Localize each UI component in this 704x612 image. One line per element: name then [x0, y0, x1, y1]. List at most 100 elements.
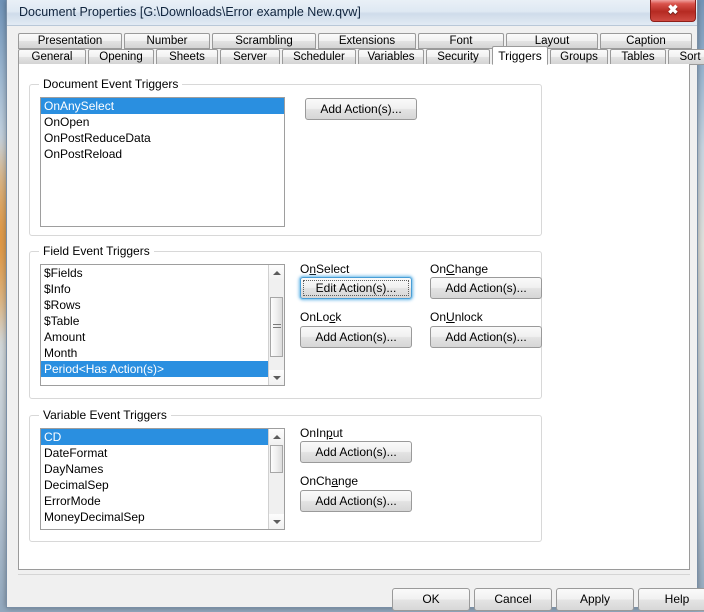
- variable-onchange-add-actions-button[interactable]: Add Action(s)...: [300, 490, 412, 512]
- tab-label: Sort: [679, 51, 701, 63]
- field-onselect-button-label: Edit Action(s)...: [303, 280, 409, 296]
- tab-scheduler[interactable]: Scheduler: [282, 49, 356, 65]
- tab-label: Sheets: [169, 51, 205, 63]
- field-event-item[interactable]: Period<Has Action(s)>: [41, 361, 284, 377]
- variable-event-item[interactable]: DecimalSep: [41, 477, 284, 493]
- tab-label: Server: [233, 51, 267, 63]
- group-variable-event-triggers: Variable Event Triggers CD DateFormat DayN…: [29, 408, 542, 542]
- tab-sheets[interactable]: Sheets: [156, 49, 218, 65]
- variable-event-item[interactable]: DayNames: [41, 461, 284, 477]
- tab-label: Triggers: [498, 49, 542, 63]
- field-event-item[interactable]: Month: [41, 345, 284, 361]
- tab-triggers[interactable]: Triggers: [492, 46, 548, 65]
- tab-presentation[interactable]: Presentation: [18, 33, 122, 49]
- tab-label: Scrambling: [235, 35, 293, 47]
- variable-scroll-thumb[interactable]: [270, 445, 283, 473]
- variable-scroll-down-button[interactable]: [269, 514, 284, 529]
- tab-label: Security: [437, 51, 479, 63]
- field-scroll-down-button[interactable]: [269, 370, 284, 385]
- close-icon: ✖: [667, 2, 679, 17]
- chevron-down-icon: [272, 375, 281, 380]
- scroll-grip-icon: [272, 324, 281, 330]
- window-title: Document Properties [G:\Downloads\Error …: [19, 5, 361, 19]
- field-onunlock-label: OnUnlock: [430, 310, 483, 324]
- tab-number[interactable]: Number: [124, 33, 210, 49]
- field-event-item[interactable]: $Table: [41, 313, 284, 329]
- field-onchange-button-label: Add Action(s)...: [445, 281, 527, 295]
- tab-label: Extensions: [338, 35, 396, 47]
- dialog-footer: OK Cancel Apply Help: [7, 575, 704, 611]
- variable-scroll-up-button[interactable]: [269, 429, 284, 444]
- field-onselect-edit-actions-button[interactable]: Edit Action(s)...: [300, 277, 412, 299]
- variable-oninput-label: OnInput: [300, 426, 343, 440]
- variable-list-scrollbar[interactable]: [268, 429, 284, 529]
- document-add-actions-label: Add Action(s)...: [320, 102, 402, 116]
- chevron-up-icon: [272, 434, 281, 439]
- field-scroll-thumb[interactable]: [270, 297, 283, 357]
- title-bar: Document Properties [G:\Downloads\Error …: [7, 0, 697, 26]
- tab-row-lower: General Opening Sheets Server Scheduler Varia…: [18, 46, 704, 65]
- document-add-actions-button[interactable]: Add Action(s)...: [305, 98, 417, 120]
- tab-row-upper: Presentation Number Scrambling Extensions Fo…: [18, 33, 692, 49]
- tab-page-triggers: Document Event Triggers OnAnySelect OnOpe…: [18, 64, 690, 570]
- document-properties-window: Document Properties [G:\Downloads\Error …: [6, 0, 704, 611]
- tab-label: Groups: [560, 51, 598, 63]
- tab-label: Opening: [99, 51, 143, 63]
- group-field-event-triggers: Field Event Triggers $Fields $Info $Rows $T…: [29, 244, 542, 399]
- close-button[interactable]: ✖: [650, 0, 696, 22]
- field-list-scrollbar[interactable]: [268, 265, 284, 385]
- tab-label: Scheduler: [293, 51, 345, 63]
- tab-extensions[interactable]: Extensions: [318, 33, 416, 49]
- variable-event-item[interactable]: ErrorMode: [41, 493, 284, 509]
- field-event-item[interactable]: $Info: [41, 281, 284, 297]
- tab-label: Number: [146, 35, 188, 47]
- tab-label: Caption: [626, 35, 666, 47]
- document-event-item[interactable]: OnOpen: [41, 114, 284, 130]
- variable-event-item[interactable]: CD: [41, 429, 284, 445]
- group-document-event-triggers: Document Event Triggers OnAnySelect OnOpe…: [29, 77, 542, 236]
- tab-tables[interactable]: Tables: [610, 49, 666, 65]
- tab-groups[interactable]: Groups: [550, 49, 608, 65]
- variable-event-list[interactable]: CD DateFormat DayNames DecimalSep ErrorMode M…: [40, 428, 285, 530]
- tab-strip: Presentation Number Scrambling Extensions Fo…: [18, 33, 704, 65]
- tab-label: Font: [449, 35, 473, 47]
- ok-button[interactable]: OK: [392, 588, 470, 611]
- chevron-down-icon: [272, 519, 281, 524]
- field-event-item[interactable]: Amount: [41, 329, 284, 345]
- variable-event-item[interactable]: DateFormat: [41, 445, 284, 461]
- field-onlock-label: OnLock: [300, 310, 342, 324]
- field-event-list[interactable]: $Fields $Info $Rows $Table Amount Month Period…: [40, 264, 285, 386]
- field-event-item[interactable]: $Fields: [41, 265, 284, 281]
- field-onchange-add-actions-button[interactable]: Add Action(s)...: [430, 277, 542, 299]
- document-event-list[interactable]: OnAnySelect OnOpen OnPostReduceData OnPostR…: [40, 97, 285, 227]
- field-onunlock-button-label: Add Action(s)...: [445, 330, 527, 344]
- tab-security[interactable]: Security: [426, 49, 490, 65]
- field-onlock-add-actions-button[interactable]: Add Action(s)...: [300, 326, 412, 348]
- document-event-item[interactable]: OnPostReload: [41, 146, 284, 162]
- cancel-button[interactable]: Cancel: [474, 588, 552, 611]
- tab-label: Presentation: [37, 35, 103, 47]
- variable-event-item[interactable]: MoneyDecimalSep: [41, 509, 284, 525]
- help-button[interactable]: Help: [638, 588, 704, 611]
- apply-button[interactable]: Apply: [556, 588, 634, 611]
- tab-caption[interactable]: Caption: [600, 33, 692, 49]
- tab-scrambling[interactable]: Scrambling: [212, 33, 316, 49]
- tab-variables[interactable]: Variables: [358, 49, 424, 65]
- document-event-item[interactable]: OnAnySelect: [41, 98, 284, 114]
- tab-general[interactable]: General: [18, 49, 86, 65]
- chevron-up-icon: [272, 270, 281, 275]
- tab-server[interactable]: Server: [220, 49, 280, 65]
- variable-oninput-button-label: Add Action(s)...: [315, 445, 397, 459]
- field-onunlock-add-actions-button[interactable]: Add Action(s)...: [430, 326, 542, 348]
- tab-opening[interactable]: Opening: [88, 49, 154, 65]
- field-event-item[interactable]: $Rows: [41, 297, 284, 313]
- field-onselect-label: OnSelect: [300, 262, 350, 276]
- variable-oninput-add-actions-button[interactable]: Add Action(s)...: [300, 441, 412, 463]
- group-title-variable-event-triggers: Variable Event Triggers: [39, 408, 171, 422]
- field-scroll-up-button[interactable]: [269, 265, 284, 280]
- group-title-field-event-triggers: Field Event Triggers: [39, 244, 154, 258]
- field-onchange-label: OnChange: [430, 262, 489, 276]
- document-event-item[interactable]: OnPostReduceData: [41, 130, 284, 146]
- variable-onchange-label: OnChange: [300, 474, 359, 488]
- tab-sort[interactable]: Sort: [668, 49, 704, 65]
